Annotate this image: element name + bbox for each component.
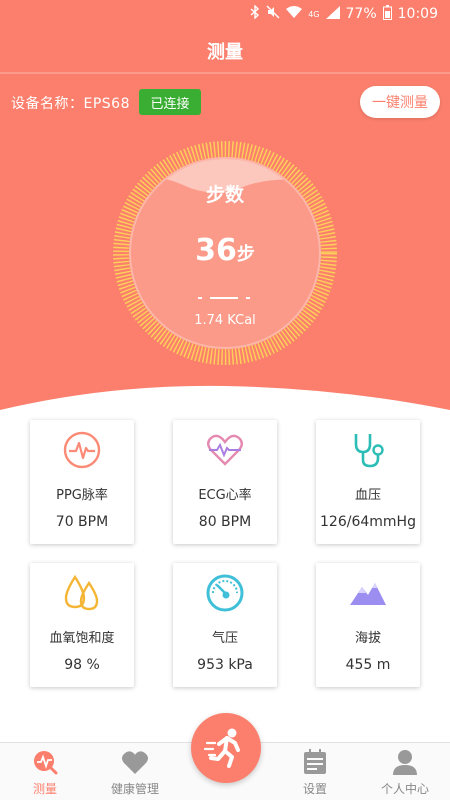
steps-divider <box>198 297 250 299</box>
header-divider <box>0 72 450 74</box>
stethoscope-icon <box>354 434 384 468</box>
battery-percent: 77% <box>345 6 377 22</box>
bluetooth-icon <box>250 4 260 23</box>
card-label: 海拔 <box>354 631 381 646</box>
calendar-icon <box>304 749 326 774</box>
measure-icon <box>34 751 58 775</box>
mountain-icon <box>350 583 386 605</box>
card-label: PPG脉率 <box>56 488 108 503</box>
signal-icon <box>325 5 340 23</box>
card-value: 70 BPM <box>55 514 109 530</box>
hero-panel: 4G 77% 10:09 测量 设备名称：EPS68 已连接 一键测量 步数 3… <box>0 0 450 412</box>
network-type: 4G <box>308 9 320 19</box>
status-bar: 4G 77% 10:09 <box>0 0 450 28</box>
tab-label: 设置 <box>302 782 327 796</box>
blood-drop-icon <box>64 574 99 611</box>
tab-label: 测量 <box>32 782 57 796</box>
tab-settings[interactable]: 设置 <box>270 743 360 800</box>
heart-icon <box>122 751 148 774</box>
card-air-pressure[interactable]: 气压 953 kPa <box>173 563 277 687</box>
tab-label: 个人中心 <box>380 782 429 796</box>
tab-health-management[interactable]: 健康管理 <box>90 743 180 800</box>
card-label: 血压 <box>354 488 381 503</box>
start-exercise-button[interactable] <box>191 713 261 783</box>
card-blood-oxygen[interactable]: 血氧饱和度 98 % <box>30 563 134 687</box>
card-value: 953 kPa <box>197 657 253 673</box>
mute-icon <box>266 5 280 23</box>
tab-label: 健康管理 <box>110 782 159 796</box>
calories-value: 1.74 KCal <box>194 313 256 328</box>
card-label: 血氧饱和度 <box>49 631 115 646</box>
tab-profile[interactable]: 个人中心 <box>360 743 450 800</box>
clock: 10:09 <box>397 6 438 22</box>
page-title: 测量 <box>207 42 243 63</box>
card-label: ECG心率 <box>198 488 252 503</box>
steps-count: 36 <box>195 233 237 268</box>
hero-wave <box>0 385 450 412</box>
ecg-heart-icon <box>207 434 243 466</box>
steps-value: 36步 <box>0 233 450 268</box>
running-man-icon <box>203 728 240 768</box>
steps-unit: 步 <box>236 244 255 265</box>
card-label: 气压 <box>211 631 238 646</box>
barometer-gauge-icon <box>206 574 244 612</box>
pulse-icon <box>63 431 101 469</box>
one-click-measure-button[interactable]: 一键测量 <box>360 86 440 118</box>
card-value: 80 BPM <box>198 514 252 530</box>
card-value: 98 % <box>64 657 100 673</box>
steps-label: 步数 <box>205 184 244 206</box>
card-ppg-pulse[interactable]: PPG脉率 70 BPM <box>30 420 134 544</box>
card-altitude[interactable]: 海拔 455 m <box>316 563 420 687</box>
connection-status-badge: 已连接 <box>139 89 201 115</box>
battery-icon <box>382 4 392 24</box>
device-name: 设备名称：EPS68 <box>11 96 130 112</box>
wifi-icon <box>286 5 303 23</box>
tab-measure[interactable]: 测量 <box>0 743 90 800</box>
card-blood-pressure[interactable]: 血压 126/64mmHg <box>316 420 420 544</box>
card-value: 126/64mmHg <box>320 514 416 530</box>
card-ecg-heart-rate[interactable]: ECG心率 80 BPM <box>173 420 277 544</box>
person-icon <box>393 750 417 775</box>
card-value: 455 m <box>345 657 391 673</box>
